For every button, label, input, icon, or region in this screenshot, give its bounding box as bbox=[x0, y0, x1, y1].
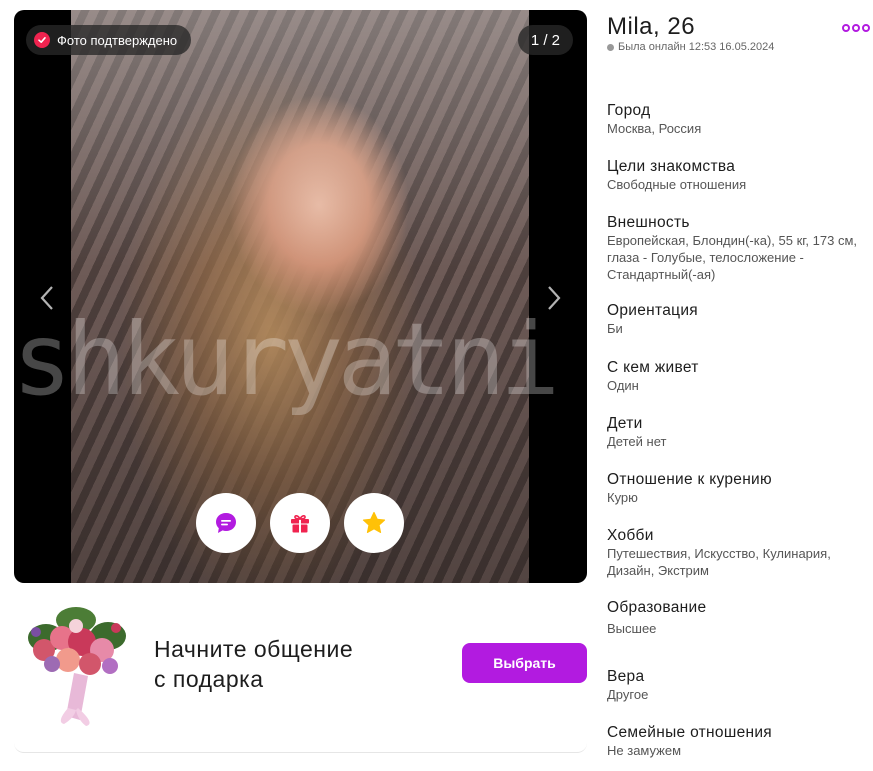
field-value: Москва, Россия bbox=[607, 121, 702, 136]
gift-button[interactable] bbox=[270, 493, 330, 553]
field-label: Город bbox=[607, 102, 651, 119]
last-seen-text: Была онлайн 12:53 16.05.2024 bbox=[618, 41, 775, 53]
photo-counter: 1 / 2 bbox=[517, 25, 573, 55]
field-goals: Цели знакомства Свободные отношения bbox=[607, 157, 873, 193]
field-value: Би bbox=[607, 321, 623, 336]
field-marital-status: Семейные отношения Не замужем bbox=[607, 723, 873, 759]
field-value: Не замужем bbox=[607, 743, 682, 758]
next-photo-button[interactable] bbox=[539, 280, 569, 316]
field-value: Европейская, Блондин(-ка), 55 кг, 173 см… bbox=[607, 233, 857, 282]
field-label: Хобби bbox=[607, 527, 654, 544]
status-dot bbox=[607, 43, 614, 51]
field-value: Путешествия, Искусство, Кулинария, Дизай… bbox=[607, 546, 831, 578]
favorite-button[interactable] bbox=[344, 493, 404, 553]
chevron-right-icon bbox=[548, 286, 561, 310]
prev-photo-button[interactable] bbox=[32, 280, 62, 316]
gift-title-line-2: с подарка bbox=[154, 666, 264, 692]
field-value: Курю bbox=[607, 490, 638, 505]
watermark: shkuryatni bbox=[14, 301, 560, 418]
field-lives-with: С кем живет Один bbox=[607, 358, 873, 394]
field-value: Высшее bbox=[607, 621, 657, 636]
verified-label: Фото подтверждено bbox=[57, 32, 178, 48]
field-value: Свободные отношения bbox=[607, 177, 747, 192]
online-status: Была онлайн 12:53 16.05.2024 bbox=[607, 41, 774, 53]
field-label: Семейные отношения bbox=[607, 724, 773, 741]
field-label: Дети bbox=[607, 415, 643, 432]
check-icon bbox=[34, 32, 50, 48]
gift-promo-title: Начните общение с подарка bbox=[154, 634, 444, 694]
chevron-left-icon bbox=[40, 286, 53, 310]
field-education: Образование Высшее bbox=[607, 598, 873, 637]
gift-title-line-1: Начните общение bbox=[154, 636, 354, 662]
field-religion: Вера Другое bbox=[607, 667, 873, 703]
field-label: С кем живет bbox=[607, 359, 699, 376]
field-label: Ориентация bbox=[607, 302, 698, 319]
profile-name: Mila, 26 bbox=[607, 13, 696, 40]
field-value: Один bbox=[607, 378, 639, 393]
photo-verified-badge: Фото подтверждено bbox=[26, 25, 192, 55]
field-label: Внешность bbox=[607, 214, 690, 231]
gift-icon bbox=[291, 515, 309, 533]
choose-gift-button[interactable]: Выбрать bbox=[462, 643, 587, 683]
star-icon bbox=[362, 511, 386, 533]
bouquet-image bbox=[28, 607, 126, 726]
field-city: Город Москва, Россия bbox=[607, 101, 873, 137]
field-hobbies: Хобби Путешествия, Искусство, Кулинария,… bbox=[607, 526, 873, 579]
field-label: Вера bbox=[607, 668, 645, 685]
more-options-icon[interactable] bbox=[842, 24, 870, 32]
field-children: Дети Детей нет bbox=[607, 414, 873, 450]
field-label: Образование bbox=[607, 599, 707, 616]
photo-actions bbox=[196, 493, 404, 553]
message-icon bbox=[216, 513, 236, 533]
field-appearance: Внешность Европейская, Блондин(-ка), 55 … bbox=[607, 213, 873, 283]
gift-promo: Начните общение с подарка Выбрать bbox=[14, 590, 587, 753]
field-orientation: Ориентация Би bbox=[607, 301, 873, 337]
field-value: Детей нет bbox=[607, 434, 667, 449]
field-smoking: Отношение к курению Курю bbox=[607, 470, 873, 506]
photo-card: shkuryatni Фото подтверждено 1 / 2 bbox=[14, 10, 587, 583]
field-label: Отношение к курению bbox=[607, 471, 772, 488]
field-value: Другое bbox=[607, 687, 649, 702]
field-label: Цели знакомства bbox=[607, 158, 736, 175]
message-button[interactable] bbox=[196, 493, 256, 553]
